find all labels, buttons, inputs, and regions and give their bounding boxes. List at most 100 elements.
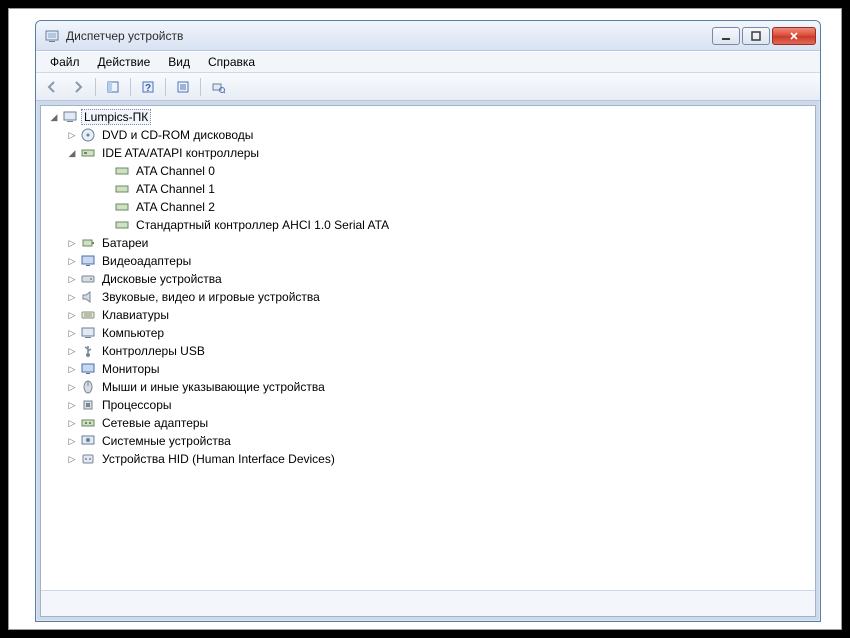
- expand-icon[interactable]: ▷: [65, 290, 79, 304]
- toolbar-separator: [200, 78, 201, 96]
- tree-label: Процессоры: [99, 397, 175, 413]
- tree-item-video[interactable]: ▷ Видеоадаптеры: [41, 252, 815, 270]
- help-button[interactable]: ?: [136, 76, 160, 98]
- tree-item-usb[interactable]: ▷ Контроллеры USB: [41, 342, 815, 360]
- tree-label: Lumpics-ПК: [81, 109, 151, 125]
- outer-frame: Диспетчер устройств Файл Действие Вид Сп…: [8, 8, 842, 630]
- menu-file[interactable]: Файл: [42, 53, 88, 71]
- device-tree[interactable]: ◢ Lumpics-ПК ▷ DVD и CD-ROM дисководы: [41, 106, 815, 590]
- tree-item-ata2[interactable]: · ATA Channel 2: [41, 198, 815, 216]
- battery-icon: [80, 235, 96, 251]
- expand-icon[interactable]: ▷: [65, 362, 79, 376]
- controller-icon: [80, 145, 96, 161]
- expand-icon[interactable]: ▷: [65, 380, 79, 394]
- tree-label: Звуковые, видео и игровые устройства: [99, 289, 323, 305]
- nav-back-button[interactable]: [40, 76, 64, 98]
- toolbar-separator: [165, 78, 166, 96]
- toolbar-separator: [130, 78, 131, 96]
- tree-item-battery[interactable]: ▷ Батареи: [41, 234, 815, 252]
- expand-icon[interactable]: ▷: [65, 308, 79, 322]
- tree-item-hid[interactable]: ▷ Устройства HID (Human Interface Device…: [41, 450, 815, 468]
- collapse-icon[interactable]: ◢: [47, 110, 61, 124]
- expand-icon[interactable]: ▷: [65, 254, 79, 268]
- computer-icon: [62, 109, 78, 125]
- tree-label: Устройства HID (Human Interface Devices): [99, 451, 338, 467]
- keyboard-icon: [80, 307, 96, 323]
- minimize-button[interactable]: [712, 27, 740, 45]
- speaker-icon: [80, 289, 96, 305]
- scan-hardware-button[interactable]: [206, 76, 230, 98]
- disc-drive-icon: [80, 127, 96, 143]
- disk-icon: [80, 271, 96, 287]
- show-hide-tree-button[interactable]: [101, 76, 125, 98]
- tree-item-dvd[interactable]: ▷ DVD и CD-ROM дисководы: [41, 126, 815, 144]
- computer-icon: [80, 325, 96, 341]
- tree-label: Клавиатуры: [99, 307, 172, 323]
- tree-label: Контроллеры USB: [99, 343, 208, 359]
- tree-item-ata1[interactable]: · ATA Channel 1: [41, 180, 815, 198]
- expand-icon[interactable]: ▷: [65, 272, 79, 286]
- tree-item-ata0[interactable]: · ATA Channel 0: [41, 162, 815, 180]
- expand-icon[interactable]: ▷: [65, 326, 79, 340]
- tree-item-ahci[interactable]: · Стандартный контроллер AHCI 1.0 Serial…: [41, 216, 815, 234]
- tree-label: Дисковые устройства: [99, 271, 225, 287]
- expand-icon[interactable]: ▷: [65, 398, 79, 412]
- collapse-icon[interactable]: ◢: [65, 146, 79, 160]
- menu-help[interactable]: Справка: [200, 53, 263, 71]
- expand-icon[interactable]: ▷: [65, 416, 79, 430]
- monitor-icon: [80, 361, 96, 377]
- tree-item-network[interactable]: ▷ Сетевые адаптеры: [41, 414, 815, 432]
- tree-item-disk[interactable]: ▷ Дисковые устройства: [41, 270, 815, 288]
- properties-button[interactable]: [171, 76, 195, 98]
- expand-icon[interactable]: ▷: [65, 434, 79, 448]
- tree-label: ATA Channel 2: [133, 199, 218, 215]
- tree-label: Видеоадаптеры: [99, 253, 194, 269]
- tree-label: ATA Channel 0: [133, 163, 218, 179]
- controller-icon: [114, 199, 130, 215]
- tree-label: Батареи: [99, 235, 151, 251]
- controller-icon: [114, 217, 130, 233]
- content-area: ◢ Lumpics-ПК ▷ DVD и CD-ROM дисководы: [40, 105, 816, 617]
- usb-icon: [80, 343, 96, 359]
- tree-item-keyboard[interactable]: ▷ Клавиатуры: [41, 306, 815, 324]
- titlebar[interactable]: Диспетчер устройств: [36, 21, 820, 51]
- menu-view[interactable]: Вид: [160, 53, 198, 71]
- expand-icon[interactable]: ▷: [65, 344, 79, 358]
- tree-item-system[interactable]: ▷ Системные устройства: [41, 432, 815, 450]
- system-device-icon: [80, 433, 96, 449]
- toolbar: ?: [36, 73, 820, 101]
- menu-action[interactable]: Действие: [90, 53, 159, 71]
- close-button[interactable]: [772, 27, 816, 45]
- tree-label: Стандартный контроллер AHCI 1.0 Serial A…: [133, 217, 392, 233]
- tree-root[interactable]: ◢ Lumpics-ПК: [41, 108, 815, 126]
- tree-label: Мониторы: [99, 361, 162, 377]
- tree-label: Системные устройства: [99, 433, 234, 449]
- network-icon: [80, 415, 96, 431]
- display-adapter-icon: [80, 253, 96, 269]
- tree-item-monitor[interactable]: ▷ Мониторы: [41, 360, 815, 378]
- status-bar: [41, 590, 815, 616]
- mouse-icon: [80, 379, 96, 395]
- device-manager-window: Диспетчер устройств Файл Действие Вид Сп…: [35, 20, 821, 622]
- controller-icon: [114, 181, 130, 197]
- maximize-button[interactable]: [742, 27, 770, 45]
- toolbar-separator: [95, 78, 96, 96]
- tree-label: IDE ATA/ATAPI контроллеры: [99, 145, 262, 161]
- expand-icon[interactable]: ▷: [65, 128, 79, 142]
- tree-item-sound[interactable]: ▷ Звуковые, видео и игровые устройства: [41, 288, 815, 306]
- tree-item-computer[interactable]: ▷ Компьютер: [41, 324, 815, 342]
- nav-forward-button[interactable]: [66, 76, 90, 98]
- tree-label: ATA Channel 1: [133, 181, 218, 197]
- expand-icon[interactable]: ▷: [65, 236, 79, 250]
- menubar: Файл Действие Вид Справка: [36, 51, 820, 73]
- controller-icon: [114, 163, 130, 179]
- tree-item-mouse[interactable]: ▷ Мыши и иные указывающие устройства: [41, 378, 815, 396]
- tree-label: Сетевые адаптеры: [99, 415, 211, 431]
- tree-label: Компьютер: [99, 325, 167, 341]
- window-title: Диспетчер устройств: [66, 29, 712, 43]
- tree-item-ide[interactable]: ◢ IDE ATA/ATAPI контроллеры: [41, 144, 815, 162]
- tree-item-cpu[interactable]: ▷ Процессоры: [41, 396, 815, 414]
- svg-text:?: ?: [145, 83, 151, 94]
- expand-icon[interactable]: ▷: [65, 452, 79, 466]
- cpu-icon: [80, 397, 96, 413]
